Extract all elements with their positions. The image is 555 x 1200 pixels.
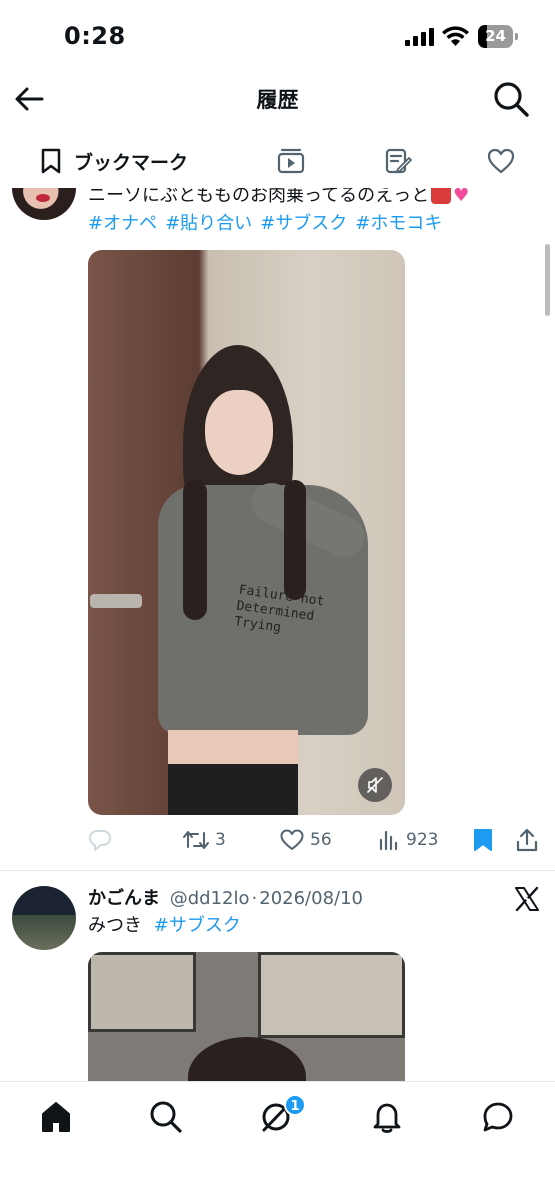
view-count: 923 [406,830,439,850]
display-name[interactable]: かごんま [88,888,160,909]
reply-button[interactable] [88,824,112,856]
tab-media[interactable] [276,135,306,187]
wifi-icon [442,26,469,46]
tweet-text: みつき #サブスク [88,912,249,940]
hashtag-link[interactable]: #ホモコキ [355,213,442,234]
share-button[interactable] [516,824,538,856]
home-icon[interactable] [39,1100,73,1134]
tweet-video[interactable]: Failure not Determined Trying [88,250,405,815]
anger-emoji-icon [431,188,452,204]
tweet-text: ニーソにぶともものお肉乗ってるのえっと ♥ #オナペ #貼り合い #サブスク #ホモコキ [88,188,533,242]
tweet-text-line: ニーソにぶともものお肉乗ってるのえっと [88,188,430,206]
header: 履歴 [0,72,555,128]
views-button[interactable]: 923 [378,824,438,856]
tab-drafts[interactable] [384,135,412,187]
notifications-bell-icon[interactable] [370,1100,404,1134]
tweet-text-body: みつき [88,915,142,936]
bookmark-filled-icon [474,829,492,851]
avatar[interactable] [12,188,76,220]
battery-icon: 24 [478,25,518,48]
media-icon [277,148,305,174]
views-chart-icon [379,830,398,851]
like-count: 56 [310,830,332,850]
tweet-header: かごんま @dd12lo · 2026/08/10 [88,884,363,910]
bottom-navigation: 1 [0,1081,555,1200]
tab-likes[interactable] [487,135,515,187]
retweet-count: 3 [215,830,226,850]
user-handle[interactable]: @dd12lo [170,888,250,909]
hashtag-link[interactable]: #サブスク [260,213,347,234]
retweet-button[interactable]: 3 [183,824,226,856]
search-icon[interactable] [492,80,530,118]
tweet-date[interactable]: 2026/08/10 [259,888,363,909]
pink-heart-emoji-icon: ♥ [453,188,470,206]
mute-button[interactable] [358,768,392,802]
page-title: 履歴 [256,88,299,112]
messages-icon[interactable] [481,1100,515,1134]
status-bar: 0:28 24 [0,0,555,72]
x-logo-icon[interactable] [514,886,540,912]
heart-icon [280,829,304,850]
avatar[interactable] [12,886,76,950]
battery-level: 24 [485,27,506,45]
wall-picture-frame [258,952,405,1038]
bookmark-feed[interactable]: ニーソにぶともものお肉乗ってるのえっと ♥ #オナペ #貼り合い #サブスク #ホモコキ… [0,188,555,1081]
tweet-divider [0,870,555,871]
bookmark-icon [41,148,61,174]
status-time: 0:28 [64,22,126,50]
tab-bookmarks-label: ブックマーク [74,151,189,174]
tweet-image[interactable] [88,952,405,1081]
wall-picture-frame [88,952,196,1032]
hashtag-link[interactable]: #オナペ [88,213,157,234]
drafts-icon [385,148,412,174]
tweet-actions: 3 56 923 [88,824,543,856]
scrollbar[interactable] [545,244,550,316]
share-icon [516,828,538,852]
search-icon[interactable] [149,1100,183,1134]
like-button[interactable]: 56 [280,824,332,856]
muted-speaker-icon [367,777,383,793]
meta-separator: · [251,888,258,909]
hashtag-link[interactable]: #貼り合い [165,213,252,234]
retweet-icon [183,831,209,849]
history-tabs: ブックマーク [0,135,555,187]
heart-icon [487,148,515,174]
notification-badge: 1 [284,1094,306,1116]
hashtag-link[interactable]: #サブスク [154,915,241,936]
cellular-signal-icon [405,28,434,46]
tab-bookmarks[interactable]: ブックマーク [40,135,188,187]
reply-icon [89,830,111,851]
bookmark-button[interactable] [473,824,493,856]
